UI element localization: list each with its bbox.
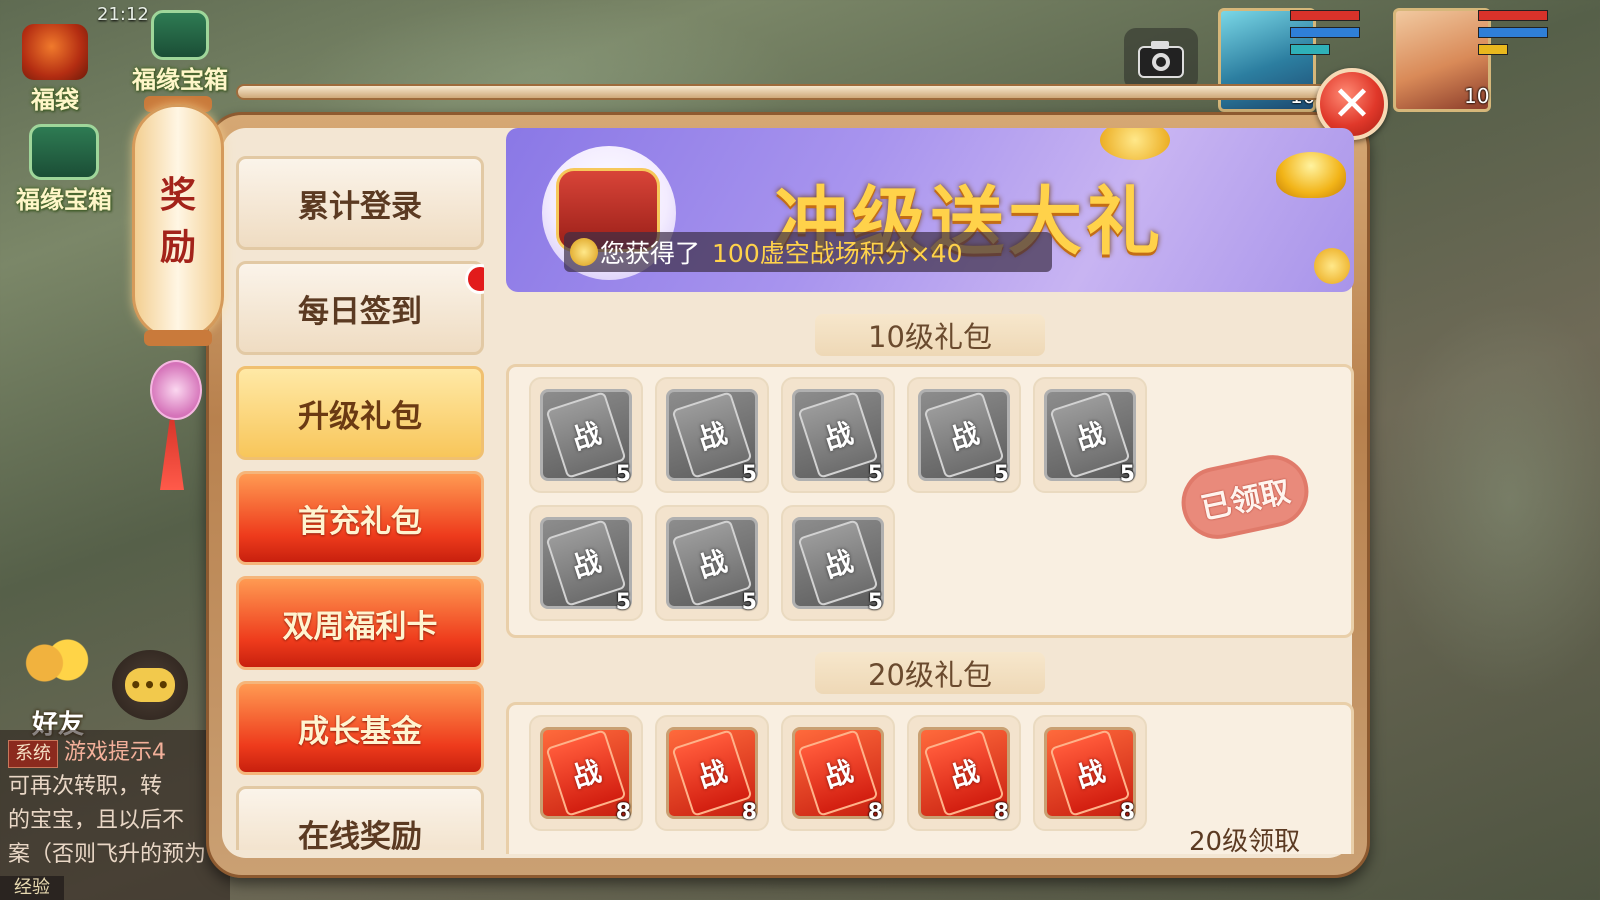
pack-title: 20级礼包: [815, 652, 1045, 694]
item-glyph: 战: [797, 519, 879, 607]
claim-level-label: 20级领取: [1189, 827, 1301, 854]
item-glyph: 战: [923, 729, 1005, 817]
lantern-cap: [144, 330, 212, 346]
reward-item-slot[interactable]: 战5: [781, 377, 895, 493]
menu-biweekly-card[interactable]: 双周福利卡: [236, 576, 484, 670]
treasure-chest-top-button[interactable]: 福缘宝箱: [132, 10, 228, 95]
chat-line: 游戏提示4: [64, 740, 166, 765]
pack-card: 战5 战5 战5 战5 战5 战5 战5 战5 已领取: [506, 364, 1354, 638]
reward-category-menu[interactable]: 累计登录 每日签到 升级礼包 首充礼包 双周福利卡 成长基金 在线奖励: [236, 156, 484, 850]
item-quantity: 5: [615, 590, 631, 615]
treasure-chest-left-button[interactable]: 福缘宝箱: [16, 124, 112, 215]
reward-item-slot[interactable]: 战5: [529, 377, 643, 493]
pet-level: 10: [1464, 84, 1490, 108]
item-glyph: 战: [671, 519, 753, 607]
reward-item-slot[interactable]: 战8: [781, 715, 895, 831]
reward-toast: 您获得了 100虚空战场积分×40: [564, 232, 1052, 272]
item-glyph: 战: [545, 391, 627, 479]
item-glyph: 战: [797, 391, 879, 479]
treasure-chest-icon: [151, 10, 209, 60]
experience-label: 经验: [0, 876, 64, 900]
pack-items: 战5 战5 战5 战5 战5 战5 战5 战5: [529, 377, 1159, 621]
item-glyph: 战: [923, 391, 1005, 479]
lucky-bag-label: 福袋: [31, 86, 79, 114]
friends-button[interactable]: 好友: [12, 636, 98, 740]
item-quantity: 8: [993, 800, 1009, 825]
reward-item-slot[interactable]: 战5: [1033, 377, 1147, 493]
lantern-title-char-1: 奖: [159, 175, 196, 216]
treasure-chest-left-label: 福缘宝箱: [16, 186, 112, 214]
pack-title: 10级礼包: [815, 314, 1045, 356]
item-glyph: 战: [545, 519, 627, 607]
reward-item-slot[interactable]: 战5: [529, 505, 643, 621]
camera-button[interactable]: [1124, 28, 1198, 90]
item-quantity: 8: [615, 800, 631, 825]
gold-ingot-icon: [1276, 152, 1346, 198]
reward-item-slot[interactable]: 战8: [1033, 715, 1147, 831]
reward-item-slot[interactable]: 战8: [529, 715, 643, 831]
reward-item-slot[interactable]: 战5: [655, 377, 769, 493]
chat-log[interactable]: 系统 游戏提示4 可再次转职，转 的宝宝，且以后不 案（否则飞升的预为: [0, 730, 230, 900]
toast-item: 100虚空战场积分×40: [712, 239, 963, 268]
camera-icon: [1138, 41, 1184, 78]
chat-line: 案（否则飞升的预为: [8, 842, 207, 867]
reward-item-slot[interactable]: 战8: [907, 715, 1021, 831]
item-quantity: 5: [993, 462, 1009, 487]
item-glyph: 战: [671, 729, 753, 817]
item-glyph: 战: [545, 729, 627, 817]
menu-growth-fund[interactable]: 成长基金: [236, 681, 484, 775]
item-quantity: 8: [867, 800, 883, 825]
lucky-bag-icon: [22, 24, 88, 80]
menu-online-rewards[interactable]: 在线奖励: [236, 786, 484, 850]
chat-button[interactable]: •••: [112, 650, 188, 720]
hero-status-bars: [1290, 10, 1360, 61]
item-quantity: 8: [1119, 800, 1135, 825]
treasure-chest-icon: [29, 124, 99, 180]
pack-list[interactable]: 10级礼包 战5 战5 战5 战5 战5 战5 战5 战5 已领取 20级礼包 …: [506, 300, 1354, 854]
pack-items: 战8 战8 战8 战8 战8: [529, 715, 1159, 831]
claimed-stamp: 已领取: [1174, 448, 1316, 546]
item-glyph: 战: [797, 729, 879, 817]
item-glyph: 战: [1049, 391, 1131, 479]
treasure-chest-top-label: 福缘宝箱: [132, 66, 228, 94]
reward-item-slot[interactable]: 战5: [781, 505, 895, 621]
menu-label: 每日签到: [298, 293, 422, 330]
item-quantity: 8: [741, 800, 757, 825]
system-tag: 系统: [8, 740, 58, 768]
panel-top-rod: [236, 84, 1348, 100]
pack-card: 战8 战8 战8 战8 战8 20级领取: [506, 702, 1354, 854]
reward-item-slot[interactable]: 战5: [907, 377, 1021, 493]
item-glyph: 战: [671, 391, 753, 479]
item-quantity: 5: [615, 462, 631, 487]
lucky-bag-button[interactable]: 福袋: [22, 24, 88, 115]
item-quantity: 5: [867, 590, 883, 615]
chat-line: 可再次转职，转: [8, 774, 163, 799]
notification-dot: [465, 264, 484, 294]
menu-first-recharge[interactable]: 首充礼包: [236, 471, 484, 565]
menu-cumulative-login[interactable]: 累计登录: [236, 156, 484, 250]
item-quantity: 5: [741, 590, 757, 615]
reward-item-slot[interactable]: 战5: [655, 505, 769, 621]
item-glyph: 战: [1049, 729, 1131, 817]
tassel-icon: [160, 420, 184, 490]
item-quantity: 5: [1119, 462, 1135, 487]
reward-lantern-title: 奖 励: [132, 104, 224, 340]
toast-prefix: 您获得了: [600, 239, 701, 268]
gold-coin-icon: [1314, 248, 1350, 284]
ground-pattern: [1380, 300, 1600, 700]
menu-levelup-pack[interactable]: 升级礼包: [236, 366, 484, 460]
gold-coin-icon: [1100, 128, 1170, 160]
reward-item-slot[interactable]: 战8: [655, 715, 769, 831]
lantern-title-char-2: 励: [159, 227, 196, 268]
chat-bubble-icon: •••: [125, 668, 175, 702]
jade-ornament-icon: [150, 360, 202, 420]
friends-icon: [20, 636, 90, 696]
close-icon: ✕: [1331, 76, 1373, 132]
pet-status-bars: [1478, 10, 1548, 61]
coin-icon: [570, 238, 598, 266]
menu-daily-checkin[interactable]: 每日签到: [236, 261, 484, 355]
item-quantity: 5: [741, 462, 757, 487]
item-quantity: 5: [867, 462, 883, 487]
chat-line: 的宝宝，且以后不: [8, 808, 185, 833]
